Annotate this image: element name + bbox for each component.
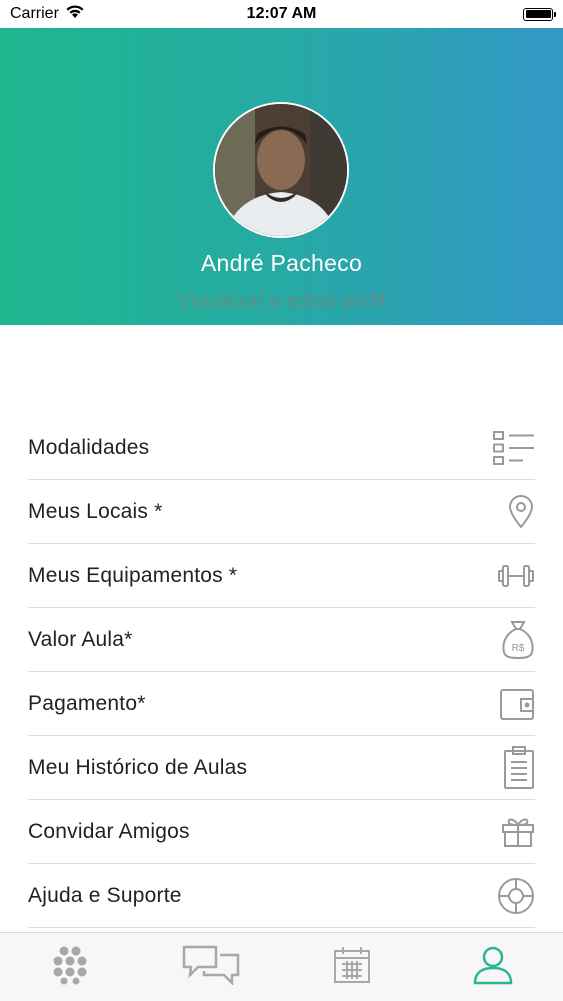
menu-item-valor-aula[interactable]: Valor Aula* R$ [28, 608, 535, 672]
wallet-icon [491, 682, 535, 726]
menu-item-label: Ajuda e Suporte [28, 883, 182, 907]
tab-profile[interactable] [422, 933, 563, 1001]
profile-name: André Pacheco [200, 250, 363, 276]
tab-home[interactable] [0, 933, 141, 1001]
profile-icon [472, 945, 514, 990]
clipboard-icon [491, 745, 535, 790]
grid-dots-icon [50, 945, 90, 990]
svg-text:R$: R$ [512, 643, 525, 654]
battery-fill [525, 10, 551, 18]
carrier-label: Carrier [10, 5, 59, 22]
settings-menu: Modalidades Meus Locais * Meus Equipamen… [28, 416, 535, 928]
avatar[interactable] [213, 102, 349, 238]
menu-item-label: Modalidades [28, 435, 150, 459]
profile-header: André Pacheco Visualizar e editar perfil [0, 28, 563, 325]
avatar-photo [215, 104, 347, 236]
chat-icon [182, 945, 240, 990]
status-bar: Carrier 12:07 AM [0, 0, 563, 28]
calendar-icon [333, 946, 371, 989]
location-pin-icon [491, 490, 535, 534]
menu-item-modalidades[interactable]: Modalidades [28, 416, 535, 480]
menu-item-pagamento[interactable]: Pagamento* [28, 672, 535, 736]
tab-bar [0, 932, 563, 1001]
list-icon [491, 426, 535, 470]
status-time: 12:07 AM [246, 5, 317, 22]
menu-item-historico-aulas[interactable]: Meu Histórico de Aulas [28, 736, 535, 800]
lifebuoy-icon [491, 874, 535, 918]
battery-icon [523, 7, 556, 21]
menu-item-convidar-amigos[interactable]: Convidar Amigos [28, 800, 535, 864]
money-bag-icon: R$ [491, 618, 535, 662]
gift-icon [491, 810, 535, 854]
menu-item-label: Meu Histórico de Aulas [28, 755, 248, 779]
status-left: Carrier [10, 4, 130, 24]
dumbbell-icon [491, 554, 535, 598]
menu-item-meus-locais[interactable]: Meus Locais * [28, 480, 535, 544]
status-right [433, 7, 556, 21]
menu-item-label: Meus Locais * [28, 499, 163, 523]
wifi-icon [65, 4, 85, 24]
tab-calendar[interactable] [282, 933, 423, 1001]
menu-item-label: Pagamento* [28, 691, 146, 715]
menu-item-label: Meus Equipamentos * [28, 563, 238, 587]
menu-item-label: Valor Aula* [28, 627, 133, 651]
edit-profile-link[interactable]: Visualizar e editar perfil [0, 290, 563, 313]
tab-chat[interactable] [141, 933, 282, 1001]
menu-item-ajuda-suporte[interactable]: Ajuda e Suporte [28, 864, 535, 928]
menu-item-label: Convidar Amigos [28, 819, 190, 843]
menu-item-meus-equipamentos[interactable]: Meus Equipamentos * [28, 544, 535, 608]
